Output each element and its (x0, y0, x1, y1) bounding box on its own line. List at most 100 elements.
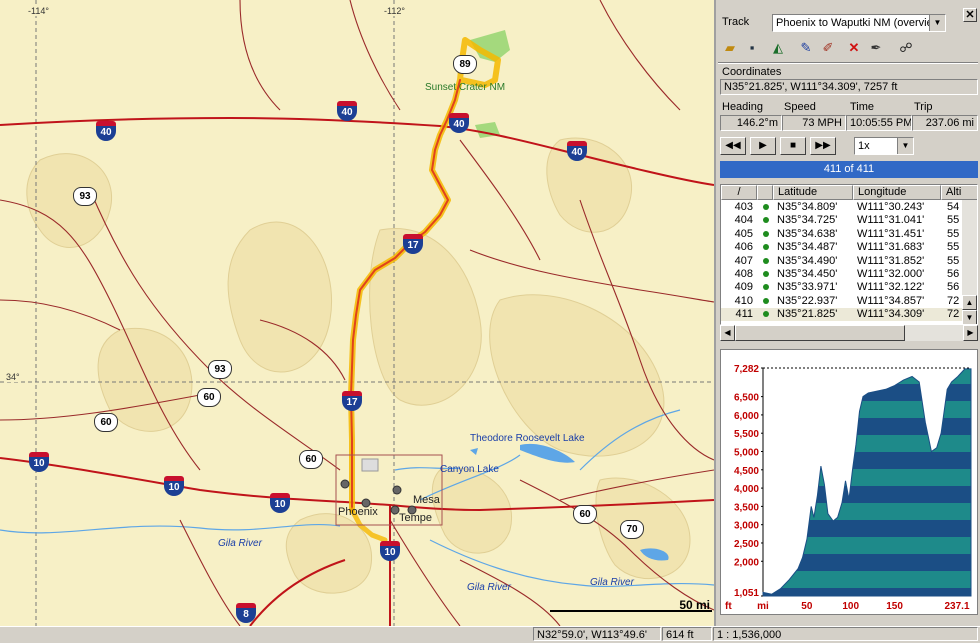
row-number: 405 (734, 227, 753, 240)
row-longitude: W111°32.122' (857, 281, 925, 294)
open-folder-icon[interactable]: ▰ (720, 38, 740, 58)
binoculars-icon[interactable]: ☍ (896, 38, 916, 58)
interstate-shield-icon: 17 (342, 391, 362, 411)
column-header-altitude[interactable]: Alti (941, 185, 977, 200)
grid-label-lon-112: -112° (384, 6, 405, 16)
row-latitude: N35°33.971' (777, 281, 838, 294)
row-status-icon (763, 284, 769, 291)
delete-icon[interactable]: ✕ (844, 38, 864, 58)
profile-chart-icon[interactable]: ◭ (768, 38, 788, 58)
interstate-shield-icon: 8 (236, 603, 256, 623)
map-view[interactable]: -114° -112° 34° Sunset Crater NM Theodor… (0, 0, 714, 626)
y-tick-label: 6,000 (734, 411, 759, 422)
table-row[interactable]: 407 N35°34.490' W111°31.852' 55 (721, 255, 963, 268)
row-altitude: 72 (947, 308, 960, 321)
track-tool-a-icon[interactable]: ✎ (796, 38, 816, 58)
elevation-profile-chart[interactable]: 7,282 6,500 6,000 5,500 5,000 4,500 4,000 3,500… (720, 349, 978, 615)
gila-river-label: Gila River (590, 577, 634, 588)
interstate-shield-icon: 10 (29, 452, 49, 472)
table-row[interactable]: 409 N35°33.971' W111°32.122' 56 (721, 281, 963, 294)
row-status-icon (763, 271, 769, 277)
row-number: 408 (734, 268, 753, 280)
row-status-icon (763, 244, 769, 251)
chevron-down-icon[interactable]: ▼ (897, 138, 913, 154)
scroll-down-icon[interactable]: ▼ (962, 310, 977, 324)
rewind-button[interactable]: ◀◀ (720, 137, 746, 155)
row-number: 403 (734, 201, 753, 213)
close-panel-button[interactable]: ✕ (963, 8, 977, 22)
stop-icon: ■ (789, 140, 797, 151)
y-tick-label: 4,500 (734, 466, 759, 477)
elevation-area (762, 368, 972, 597)
map-scale-ratio: 1 : 1,536,000 (713, 627, 978, 641)
table-horizontal-scrollbar[interactable]: ◀ ▶ (720, 325, 978, 341)
y-tick-label: 1,051 (734, 588, 759, 599)
scroll-left-icon[interactable]: ◀ (720, 325, 735, 341)
table-vertical-scrollbar[interactable]: ▲ ▼ (962, 200, 977, 324)
play-icon: ▶ (759, 140, 767, 151)
horizontal-scroll-thumb[interactable] (735, 325, 905, 341)
us-route-shield-icon: 60 (573, 505, 597, 524)
speed-multiplier-value: 1x (858, 140, 870, 152)
coordinates-label: Coordinates (722, 66, 782, 78)
table-row[interactable]: 411 N35°21.825' W111°34.309' 72 (721, 308, 963, 322)
row-longitude: W111°31.041' (857, 214, 925, 227)
sunset-crater-label: Sunset Crater NM (425, 82, 506, 93)
column-header-number[interactable]: / (721, 185, 757, 200)
y-tick-label: 3,000 (734, 521, 759, 532)
trackpoint-table[interactable]: / Latitude Longitude Alti 403 N35°34.809'… (720, 184, 978, 325)
fast-forward-icon: ▶▶ (815, 140, 831, 151)
time-field: 10:05:55 PM (846, 115, 912, 131)
track-select[interactable]: Phoenix to Waputki NM (overview ▼ (772, 14, 946, 32)
row-altitude: 72 (947, 294, 960, 307)
row-latitude: N35°34.638' (777, 227, 838, 240)
row-altitude: 55 (947, 214, 960, 227)
y-tick-label: 3,500 (734, 502, 759, 513)
row-longitude: W111°31.852' (857, 254, 925, 267)
speed-field: 73 MPH (782, 115, 846, 131)
chevron-down-icon[interactable]: ▼ (929, 15, 945, 31)
track-label: Track (722, 16, 750, 28)
stop-button[interactable]: ■ (780, 137, 806, 155)
track-progress-bar[interactable]: 411 of 411 (720, 161, 978, 178)
heading-field: 146.2°m (720, 115, 782, 131)
table-row[interactable]: 403 N35°34.809' W111°30.243' 54 (721, 201, 963, 214)
interstate-shield-icon: 17 (403, 234, 423, 254)
y-tick-label: 5,500 (734, 429, 759, 440)
table-row[interactable]: 408 N35°34.450' W111°32.000' 56 (721, 268, 963, 281)
column-header-longitude[interactable]: Longitude (853, 185, 941, 200)
row-number: 406 (734, 241, 753, 254)
row-longitude: W111°30.243' (857, 201, 925, 213)
trip-label: Trip (914, 101, 933, 113)
row-altitude: 55 (947, 241, 960, 254)
time-label: Time (850, 101, 875, 113)
edit-pen-icon[interactable]: ✒ (866, 38, 886, 58)
row-status-icon (763, 297, 769, 304)
scroll-up-icon[interactable]: ▲ (962, 295, 977, 310)
column-header-status[interactable] (757, 185, 773, 200)
save-icon[interactable]: ▪ (742, 38, 762, 58)
row-number: 409 (734, 281, 753, 294)
x-tick-label: 150 (886, 601, 903, 612)
row-longitude: W111°31.683' (857, 241, 925, 254)
fast-forward-button[interactable]: ▶▶ (810, 137, 836, 155)
map-scale-bar: 50 mi (550, 598, 712, 614)
table-row[interactable]: 410 N35°22.937' W111°34.857' 72 (721, 295, 963, 308)
us-route-shield-icon: 60 (197, 388, 221, 407)
us-route-shield-icon: 89 (453, 55, 477, 74)
grid-label-lat-34: 34° (6, 372, 20, 382)
row-longitude: W111°31.451' (857, 227, 925, 240)
rewind-icon: ◀◀ (725, 140, 741, 151)
row-number: 407 (734, 254, 753, 267)
interstate-shield-icon: 10 (270, 493, 290, 513)
speed-multiplier-select[interactable]: 1x ▼ (854, 137, 914, 155)
play-button[interactable]: ▶ (750, 137, 776, 155)
table-row[interactable]: 404 N35°34.725' W111°31.041' 55 (721, 214, 963, 227)
row-latitude: N35°34.490' (777, 254, 838, 267)
scroll-right-icon[interactable]: ▶ (963, 325, 978, 341)
table-row[interactable]: 405 N35°34.638' W111°31.451' 55 (721, 228, 963, 241)
elevation-profile-svg: 7,282 6,500 6,000 5,500 5,000 4,500 4,000 3,500… (725, 364, 972, 612)
table-row[interactable]: 406 N35°34.487' W111°31.683' 55 (721, 241, 963, 254)
column-header-latitude[interactable]: Latitude (773, 185, 853, 200)
track-tool-b-icon[interactable]: ✐ (818, 38, 838, 58)
